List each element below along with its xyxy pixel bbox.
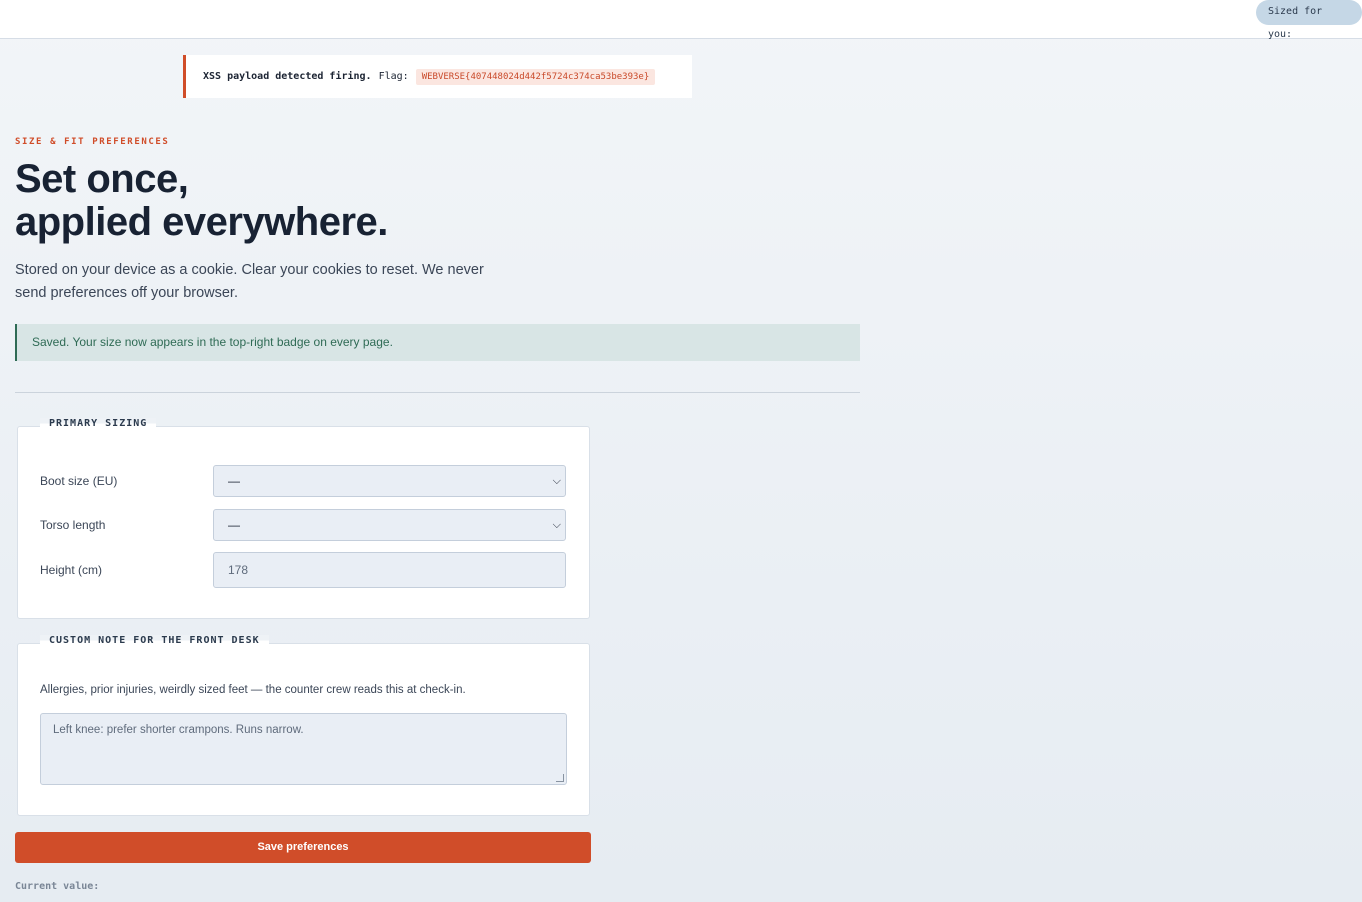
- page-title-line2: applied everywhere.: [15, 200, 388, 244]
- xss-message: XSS payload detected firing.: [203, 71, 372, 82]
- resize-grip-icon[interactable]: [556, 774, 564, 782]
- boot-size-selected: —: [228, 474, 240, 488]
- page-intro: Stored on your device as a cookie. Clear…: [15, 262, 484, 301]
- current-value: Current value:: [15, 881, 99, 892]
- page-title: Set once, applied everywhere.: [15, 158, 388, 244]
- current-value-label: Current value:: [15, 881, 100, 892]
- primary-sizing-legend: PRIMARY SIZING: [40, 418, 157, 429]
- primary-sizing-fieldset: PRIMARY SIZING Boot size (EU) — ⌵ Torso …: [17, 418, 590, 619]
- page-title-line1: Set once,: [15, 157, 189, 201]
- torso-length-selected: —: [228, 518, 240, 532]
- boot-size-select[interactable]: — ⌵: [213, 465, 566, 497]
- chevron-down-icon: ⌵: [552, 519, 561, 531]
- boot-size-label: Boot size (EU): [40, 474, 118, 488]
- saved-alert: Saved. Your size now appears in the top-…: [15, 324, 860, 361]
- flag-value: WEBVERSE{407448024d442f5724c374ca53be393…: [415, 68, 656, 85]
- torso-length-label: Torso length: [40, 518, 106, 532]
- top-bar: Sized for you:: [0, 0, 1362, 40]
- page-eyebrow: SIZE & FIT PREFERENCES: [15, 137, 170, 147]
- height-input[interactable]: 178: [213, 552, 566, 588]
- front-desk-note-textarea[interactable]: Left knee: prefer shorter crampons. Runs…: [40, 713, 567, 785]
- front-desk-note-fieldset: CUSTOM NOTE FOR THE FRONT DESK Allergies…: [17, 635, 590, 816]
- save-preferences-button[interactable]: Save preferences: [15, 832, 591, 863]
- divider: [15, 392, 860, 393]
- xss-banner: XSS payload detected firing. Flag: WEBVE…: [183, 55, 692, 98]
- size-badge-label: Sized for you:: [1268, 6, 1323, 40]
- front-desk-note-help: Allergies, prior injuries, weirdly sized…: [40, 684, 466, 696]
- flag-label: Flag:: [378, 71, 409, 82]
- size-badge: Sized for you:: [1256, 0, 1362, 40]
- front-desk-note-legend: CUSTOM NOTE FOR THE FRONT DESK: [40, 635, 269, 646]
- front-desk-note-placeholder: Left knee: prefer shorter crampons. Runs…: [53, 724, 304, 736]
- chevron-down-icon: ⌵: [552, 475, 561, 487]
- height-label: Height (cm): [40, 563, 103, 577]
- torso-length-select[interactable]: — ⌵: [213, 509, 566, 541]
